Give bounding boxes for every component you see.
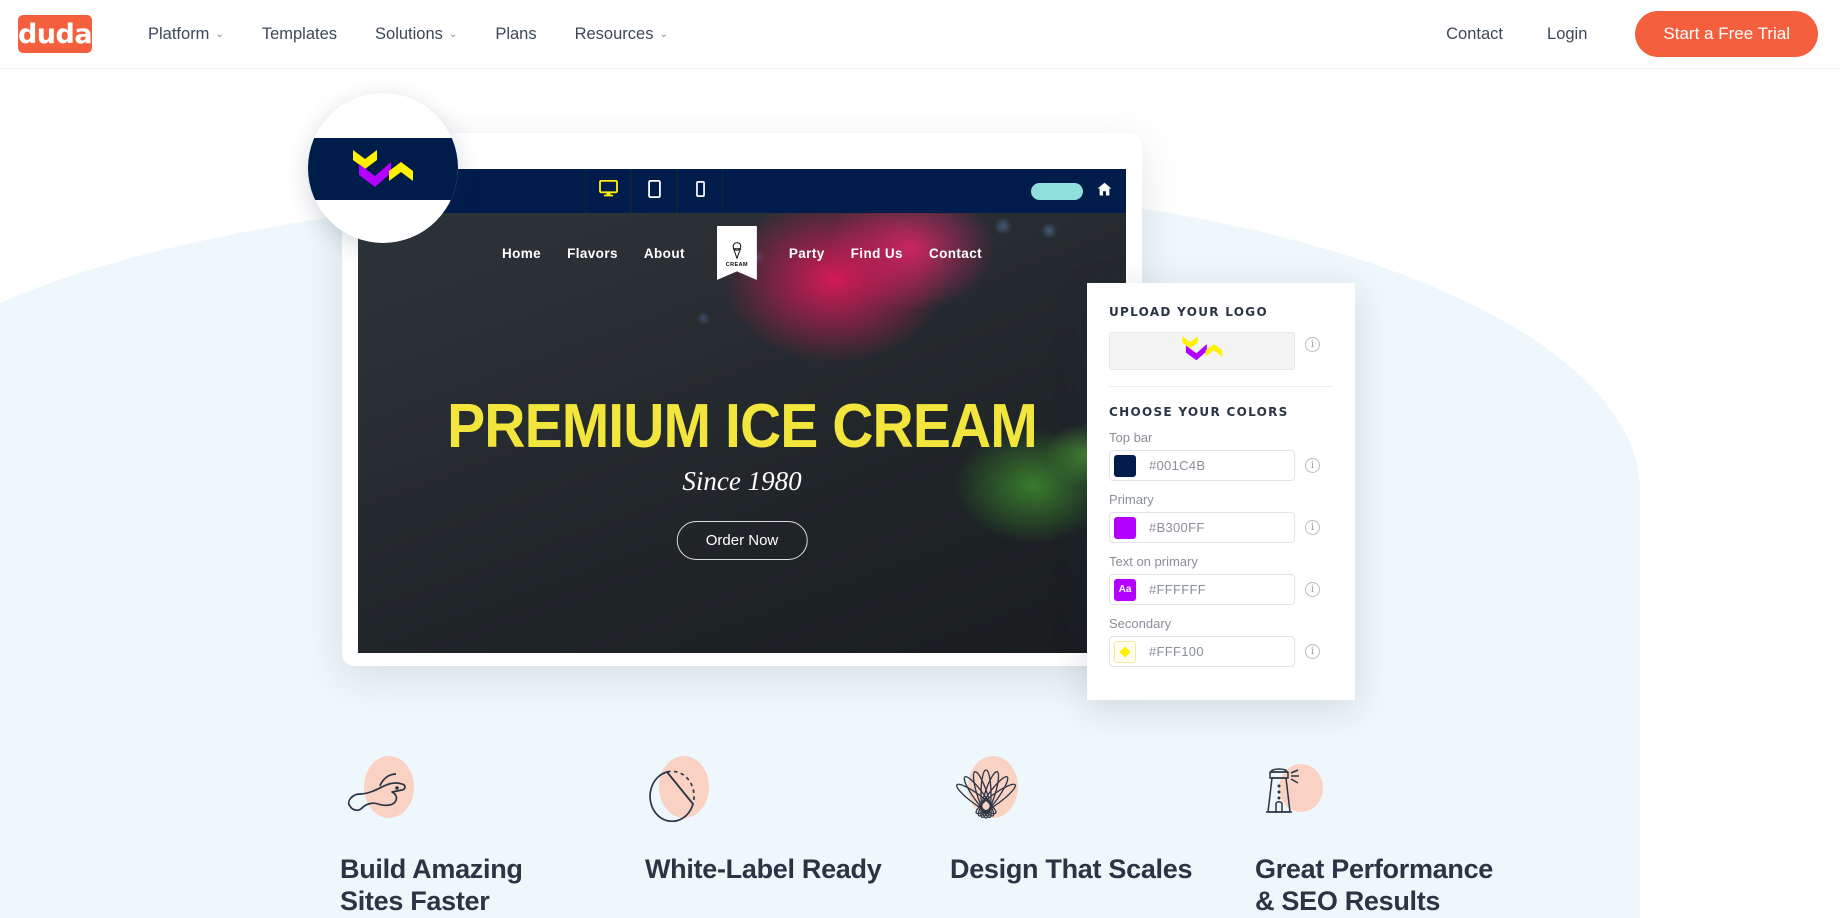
desktop-icon [598,179,618,202]
nav-item-login[interactable]: Login [1547,25,1587,44]
fan-icon [950,756,1032,822]
color-swatch-text-on-primary[interactable]: Aa [1114,578,1136,601]
nav-item-templates-label: Templates [261,24,338,43]
publish-button[interactable] [1031,182,1083,200]
feature-title: Build Amazing Sites Faster [340,854,523,916]
color-swatch-primary[interactable] [1114,516,1136,539]
nav-item-platform-label: Platform [148,24,210,43]
color-field-top-bar: #001C4B i [1109,450,1333,481]
magnifier-top-bar [308,138,458,200]
color-value-secondary: #FFF100 [1149,644,1204,659]
primary-info-icon[interactable]: i [1305,520,1320,535]
nav-item-contact[interactable]: Contact [1446,25,1503,44]
rabbit-icon [340,756,422,822]
color-swatch-secondary[interactable] [1114,640,1136,663]
primary-nav: Platform ⌄ Templates Solutions ⌄ Plans R… [110,25,668,44]
feature-item-build-faster: Build Amazing Sites Faster [340,756,645,917]
feature-item-seo-results: Great Performance & SEO Results [1255,760,1560,917]
site-header: duda Platform ⌄ Templates Solutions ⌄ Pl… [0,0,1840,68]
secondary-info-icon[interactable]: i [1305,644,1320,659]
color-input-text-on-primary[interactable]: Aa #FFFFFF [1109,574,1295,605]
field-label-text-on-primary: Text on primary [1109,554,1198,569]
start-free-trial-button[interactable]: Start a Free Trial [1635,11,1818,57]
color-field-primary: #B300FF i [1109,512,1333,543]
site-nav-home[interactable]: Home [502,246,541,261]
field-label-top-bar: Top bar [1109,430,1153,445]
nav-item-platform[interactable]: Platform ⌄ [148,25,224,44]
logo-upload-dropzone[interactable] [1109,332,1295,370]
lighthouse-icon [1255,760,1337,822]
hero-headline: PREMIUM ICE CREAM [447,392,1038,461]
text-on-primary-info-icon[interactable]: i [1305,582,1320,597]
nav-item-resources[interactable]: Resources ⌄ [575,25,668,44]
feature-title: Great Performance & SEO Results [1255,854,1494,916]
badge-label: CREAM [725,262,748,269]
field-label-primary: Primary [1109,492,1154,507]
color-swatch-top-bar[interactable] [1114,454,1136,477]
nav-item-solutions-label: Solutions [375,24,443,43]
nav-item-plans[interactable]: Plans [495,25,536,44]
mobile-icon [695,180,705,202]
device-switcher [585,169,723,213]
site-nav-about[interactable]: About [644,246,685,261]
panel-divider [1109,386,1333,387]
brand-chevron-logo [349,144,417,195]
upload-logo-heading: UPLOAD YOUR LOGO [1109,305,1268,319]
editor-toolbar-actions [1031,182,1112,201]
sphere-icon [645,756,727,822]
nav-item-solutions[interactable]: Solutions ⌄ [375,25,457,44]
site-nav-flavors[interactable]: Flavors [567,246,618,261]
choose-colors-heading: CHOOSE YOUR COLORS [1109,405,1289,419]
nav-item-templates[interactable]: Templates [262,25,337,44]
color-input-secondary[interactable]: #FFF100 [1109,636,1295,667]
color-input-top-bar[interactable]: #001C4B [1109,450,1295,481]
field-label-secondary: Secondary [1109,616,1172,631]
feature-title: White-Label Ready [645,854,882,884]
color-value-primary: #B300FF [1149,520,1205,535]
secondary-nav: Contact Login Start a Free Trial [1402,11,1818,57]
brand-chevron-logo [1176,335,1228,368]
tablet-icon [647,179,661,203]
swatch-aa-label: Aa [1118,584,1132,595]
color-input-primary[interactable]: #B300FF [1109,512,1295,543]
device-mobile-button[interactable] [677,169,723,213]
device-desktop-button[interactable] [585,169,631,213]
color-value-text-on-primary: #FFFFFF [1149,582,1206,597]
branding-settings-panel: UPLOAD YOUR LOGO i CHOOSE YOUR COLORS To… [1087,283,1355,700]
site-hero: Home Flavors About CREAM Party Find Us C… [358,213,1126,653]
device-tablet-button[interactable] [631,169,677,213]
logo-magnifier [308,93,458,243]
chevron-down-icon: ⌄ [448,28,458,40]
top-bar-info-icon[interactable]: i [1305,458,1320,473]
site-nav-party[interactable]: Party [789,246,825,261]
ice-cream-badge-logo: CREAM [716,226,757,280]
feature-item-white-label: White-Label Ready [645,756,950,917]
home-icon[interactable] [1097,182,1112,201]
nav-item-resources-label: Resources [574,24,654,43]
color-field-secondary: #FFF100 i [1109,636,1333,667]
order-now-button[interactable]: Order Now [676,521,808,560]
logo-upload-row: i [1109,319,1333,370]
site-nav-contact[interactable]: Contact [929,246,982,261]
diamond-icon [1119,645,1131,658]
feature-item-design-scales: Design That Scales [950,756,1255,917]
chevron-down-icon: ⌄ [659,28,668,40]
logo-info-icon[interactable]: i [1305,337,1320,352]
hero-subheadline: Since 1980 [682,466,802,496]
nav-item-plans-label: Plans [495,24,537,43]
color-field-text-on-primary: Aa #FFFFFF i [1109,574,1333,605]
editor-toolbar [358,169,1126,213]
chevron-down-icon: ⌄ [215,28,224,40]
site-nav-findus[interactable]: Find Us [851,246,903,261]
site-preview-nav: Home Flavors About CREAM Party Find Us C… [358,226,1126,280]
feature-list: Build Amazing Sites Faster White-Label R… [0,756,1840,917]
feature-title: Design That Scales [950,854,1193,884]
duda-logo[interactable]: duda [18,15,93,53]
color-value-top-bar: #001C4B [1149,458,1206,473]
